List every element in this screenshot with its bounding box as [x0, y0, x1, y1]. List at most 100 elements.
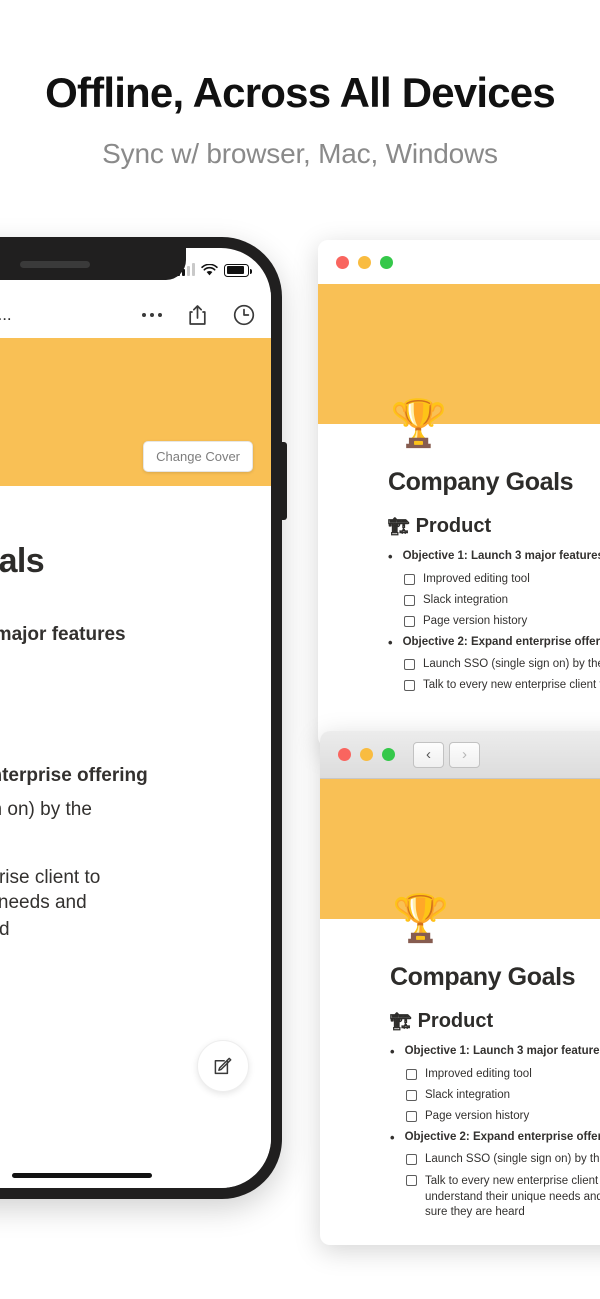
- marketing-screenshot: Offline, Across All Devices Sync w/ brow…: [0, 0, 600, 1299]
- change-cover-button[interactable]: Change Cover: [143, 441, 253, 472]
- mac-document-body: Company Goals 🏗 Product • Objective 1: L…: [318, 424, 600, 692]
- bullet-icon: •: [388, 634, 393, 650]
- mac-titlebar: [318, 240, 600, 284]
- mac-document-title: Company Goals: [390, 963, 576, 991]
- list-item: • Objective 1: Launch 3 major features: [388, 550, 600, 564]
- phone-document-content: Objective 1: Launch 3 major features Imp…: [0, 623, 271, 944]
- mac-section-label: Product: [415, 515, 492, 537]
- checkbox-icon[interactable]: [404, 659, 415, 671]
- list-item: Slack integration: [0, 690, 271, 714]
- list-item[interactable]: Improved editing tool: [406, 1068, 600, 1080]
- close-icon[interactable]: [336, 255, 349, 269]
- objective-label: Objective 2: Expand enterprise offering: [402, 635, 600, 648]
- list-item[interactable]: Launch SSO (single sign on) by the end o…: [404, 658, 600, 671]
- phone-app-toolbar: 🏆 Compa...: [0, 292, 271, 338]
- checkbox-icon[interactable]: [406, 1110, 417, 1122]
- list-item[interactable]: Slack integration: [406, 1089, 600, 1101]
- phone-mockup: 🏆 Compa...: [0, 237, 287, 1199]
- minimize-icon[interactable]: [358, 255, 371, 269]
- trophy-icon: 🏆: [390, 397, 448, 449]
- checkbox-icon[interactable]: [404, 680, 415, 692]
- bullet-icon: •: [390, 1129, 395, 1145]
- maximize-icon[interactable]: [380, 255, 393, 269]
- checkbox-icon[interactable]: [404, 615, 415, 627]
- list-item: Page version history: [0, 723, 271, 747]
- navigation-buttons: ‹ ›: [413, 741, 480, 768]
- checklist-label: Improved editing tool: [425, 1067, 532, 1080]
- checklist-label: Slack integration: [425, 1088, 511, 1101]
- phone-cover-image: Change Cover: [0, 338, 271, 486]
- mac-document-body: Company Goals 🏗 Product • Objective 1: L…: [320, 919, 600, 1221]
- mac-section-label: Product: [417, 1010, 494, 1032]
- objective-label: Objective 1: Launch 3 major features: [402, 550, 600, 562]
- phone-notch: [0, 248, 186, 280]
- more-icon[interactable]: [142, 313, 162, 317]
- crane-icon: 🏗: [390, 1011, 412, 1031]
- list-item: Talk to every new enterprise client to: [0, 866, 101, 888]
- maximize-icon[interactable]: [382, 748, 395, 761]
- list-item[interactable]: Page version history: [406, 1110, 600, 1122]
- list-item: • Objective 2: Expand enterprise offerin…: [390, 1129, 600, 1145]
- list-item: Objective 2: Expand enterprise offering: [0, 765, 148, 787]
- list-item: understand their unique needs and: [0, 892, 87, 914]
- forward-button[interactable]: ›: [449, 741, 480, 768]
- close-icon[interactable]: [338, 748, 351, 761]
- list-item[interactable]: Page version history: [404, 615, 600, 627]
- checkbox-icon[interactable]: [406, 1175, 417, 1187]
- list-item: Improved editing tool: [0, 656, 271, 680]
- wifi-icon: [201, 263, 218, 275]
- checklist-label: Slack integration: [423, 593, 509, 606]
- phone-speaker: [20, 261, 90, 268]
- list-item[interactable]: Slack integration: [404, 594, 600, 606]
- checklist-label: Launch SSO (single sign on) by the end o…: [425, 1153, 600, 1166]
- checklist-label: Talk to every new enterprise client to u…: [423, 679, 600, 692]
- traffic-lights: [338, 748, 395, 761]
- compose-icon[interactable]: [197, 1040, 249, 1092]
- objective-label: Objective 1: Launch 3 major features: [404, 1045, 600, 1057]
- list-item: end of the year: [0, 822, 271, 849]
- objective-label: Objective 2: Expand enterprise offering: [404, 1130, 600, 1143]
- phone-document-title: Company Goals: [0, 542, 45, 580]
- phone-doc-title[interactable]: Compa...: [0, 305, 12, 325]
- mac-objective-list: • Objective 1: Launch 3 major features I…: [390, 1045, 600, 1221]
- checkbox-icon[interactable]: [404, 594, 415, 606]
- checklist-label: Talk to every new enterprise client to u…: [425, 1175, 600, 1219]
- mac-objective-list: • Objective 1: Launch 3 major features I…: [388, 550, 600, 692]
- mac-section-heading: 🏗 Product: [390, 1010, 600, 1033]
- phone-screen: 🏆 Compa...: [0, 248, 271, 1188]
- list-item: Launch SSO (single sign on) by the: [0, 798, 92, 820]
- mac-window-top: 🏆 Company Goals 🏗 Product • Objective 1:…: [318, 240, 600, 747]
- checkbox-icon[interactable]: [406, 1154, 417, 1166]
- checklist-label: Launch SSO (single sign on) by the end o…: [423, 658, 600, 671]
- mac-window-bottom: ‹ › 🏆 Company Goals 🏗 Product • Objectiv…: [320, 731, 600, 1245]
- bullet-icon: •: [390, 1044, 395, 1059]
- mac-section-heading: 🏗 Product: [388, 515, 600, 538]
- phone-home-indicator: [12, 1173, 152, 1178]
- list-item[interactable]: Talk to every new enterprise client to u…: [404, 679, 600, 692]
- list-item[interactable]: Talk to every new enterprise client to u…: [406, 1174, 600, 1221]
- checkbox-icon[interactable]: [406, 1089, 417, 1101]
- back-button[interactable]: ‹: [413, 741, 444, 768]
- hero-section: Offline, Across All Devices Sync w/ brow…: [0, 0, 600, 170]
- battery-icon: [224, 263, 252, 277]
- list-item[interactable]: Launch SSO (single sign on) by the end o…: [406, 1153, 600, 1166]
- phone-power-button[interactable]: [281, 442, 287, 520]
- checkbox-icon[interactable]: [404, 573, 415, 585]
- list-item[interactable]: Improved editing tool: [404, 573, 600, 585]
- mac-cover-image: 🏆: [320, 779, 600, 941]
- mac-cover-image: 🏆: [318, 284, 600, 446]
- checkbox-icon[interactable]: [406, 1068, 417, 1080]
- checklist-label: Page version history: [423, 614, 528, 627]
- history-icon[interactable]: [233, 304, 255, 326]
- minimize-icon[interactable]: [360, 748, 373, 761]
- share-icon[interactable]: [188, 304, 207, 326]
- bullet-icon: •: [388, 549, 393, 564]
- checklist-label: Improved editing tool: [423, 572, 530, 585]
- trophy-icon: 🏆: [392, 892, 450, 944]
- page-title: Offline, Across All Devices: [45, 69, 556, 116]
- list-item: • Objective 1: Launch 3 major features: [390, 1045, 600, 1059]
- checklist-label: Page version history: [425, 1109, 530, 1122]
- list-item: • Objective 2: Expand enterprise offerin…: [388, 634, 600, 650]
- mac-titlebar: ‹ ›: [320, 731, 600, 779]
- list-item: make sure they are heard: [0, 919, 10, 941]
